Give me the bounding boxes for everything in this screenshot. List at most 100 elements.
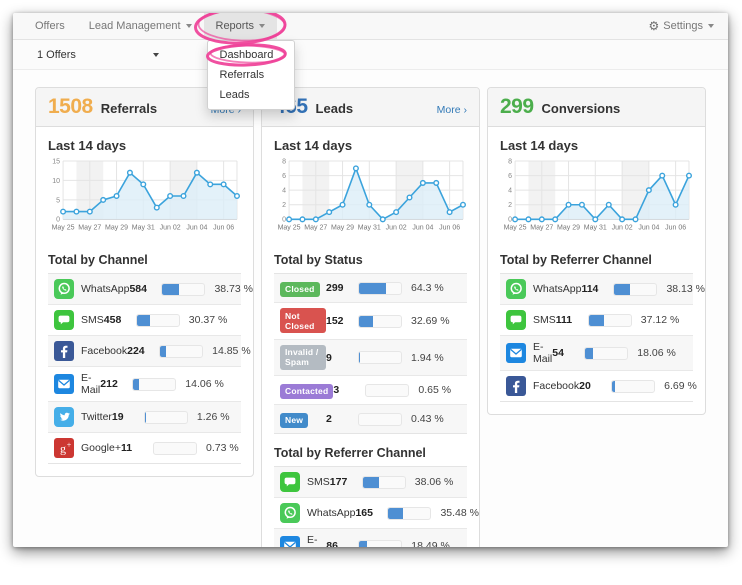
- panel-referrals: 1508ReferralsMore ›Last 14 days051015May…: [35, 87, 254, 477]
- row-count: 224: [127, 345, 159, 357]
- channel-row: SMS45830.37 %: [48, 305, 241, 336]
- panel-header: 299Conversions: [488, 88, 705, 127]
- menu-item-referrals[interactable]: Referrals: [208, 65, 294, 85]
- row-percent: 37.12 %: [641, 314, 691, 326]
- svg-text:0: 0: [56, 217, 60, 224]
- status-badge-wrap: Not Closed: [280, 308, 326, 334]
- progress-fill: [133, 379, 139, 390]
- nav-item-label: Offers: [35, 20, 65, 32]
- row-percent: 38.13 %: [666, 283, 706, 295]
- row-count: 11: [121, 442, 153, 454]
- dashboard-content: 1508ReferralsMore ›Last 14 days051015May…: [13, 70, 728, 547]
- channel-label: WhatsApp: [81, 283, 129, 295]
- svg-text:g: g: [60, 442, 66, 456]
- googleplus-icon: g+: [54, 438, 74, 458]
- row-count: 152: [326, 315, 358, 327]
- svg-text:May 31: May 31: [584, 224, 607, 231]
- row-count: 299: [326, 282, 358, 294]
- trend-chart-svg: 02468May 25May 27May 29May 31Jun 02Jun 0…: [274, 157, 467, 241]
- channel-row: WhatsApp16535.48 %: [274, 498, 467, 529]
- row-percent: 0.65 %: [418, 384, 468, 396]
- offers-select[interactable]: 1 Offers: [37, 49, 159, 61]
- row-percent: 30.37 %: [189, 314, 239, 326]
- progress-bar: [358, 351, 402, 364]
- svg-text:Jun 04: Jun 04: [186, 224, 207, 231]
- section-title: Total by Referrer Channel: [274, 446, 467, 460]
- settings-menu[interactable]: ⚙ Settings: [634, 13, 728, 39]
- row-count: 111: [556, 314, 588, 326]
- row-percent: 64.3 %: [411, 282, 461, 294]
- trend-chart: 02468May 25May 27May 29May 31Jun 02Jun 0…: [500, 157, 693, 241]
- email-icon: [280, 536, 300, 547]
- row-count: 9: [326, 352, 358, 364]
- status-row: Closed 299 64.3 %: [274, 274, 467, 303]
- svg-text:May 29: May 29: [331, 224, 354, 231]
- progress-fill: [585, 348, 593, 359]
- row-percent: 6.69 %: [664, 380, 706, 392]
- menu-item-label: Leads: [220, 89, 250, 101]
- status-badge-wrap: Contacted: [280, 381, 333, 399]
- svg-text:10: 10: [52, 178, 60, 185]
- svg-text:May 25: May 25: [504, 224, 527, 231]
- channel-row: E-Mail5418.06 %: [500, 336, 693, 371]
- progress-fill: [359, 541, 367, 547]
- stats-table: WhatsApp58438.73 %SMS45830.37 %Facebook2…: [48, 273, 241, 464]
- svg-text:Jun 02: Jun 02: [386, 224, 407, 231]
- nav-item-label: Reports: [216, 20, 255, 32]
- sms-icon: [506, 310, 526, 330]
- channel-row: WhatsApp58438.73 %: [48, 274, 241, 305]
- svg-text:May 27: May 27: [304, 224, 327, 231]
- channel-label: E-Mail: [307, 534, 326, 547]
- channel-label: WhatsApp: [307, 507, 355, 519]
- menu-item-leads[interactable]: Leads: [208, 85, 294, 105]
- stats-panels: 1508ReferralsMore ›Last 14 days051015May…: [35, 87, 706, 547]
- section-title: Total by Referrer Channel: [500, 253, 693, 267]
- svg-text:2: 2: [508, 202, 512, 209]
- channel-row: g+Google+110.73 %: [48, 433, 241, 463]
- svg-text:Jun 06: Jun 06: [439, 224, 460, 231]
- svg-text:May 31: May 31: [358, 224, 381, 231]
- panel-conversions: 299ConversionsLast 14 days02468May 25May…: [487, 87, 706, 415]
- status-row: New20.43 %: [274, 405, 467, 433]
- svg-text:8: 8: [282, 158, 286, 165]
- sms-icon: [54, 310, 74, 330]
- row-count: 584: [129, 283, 161, 295]
- channel-row: Facebook22414.85 %: [48, 336, 241, 367]
- panel-header: 465LeadsMore ›: [262, 88, 479, 127]
- channel-row: E-Mail8618.49 %: [274, 529, 467, 547]
- progress-bar: [588, 314, 632, 327]
- progress-bar: [358, 413, 402, 426]
- more-link[interactable]: More ›: [437, 104, 467, 116]
- twitter-icon: [54, 407, 74, 427]
- facebook-icon: [54, 341, 74, 361]
- screenshot-frame: OffersLead ManagementReports ⚙ Settings …: [0, 0, 742, 585]
- progress-bar: [358, 315, 402, 328]
- menu-item-dashboard[interactable]: Dashboard: [208, 45, 294, 65]
- panel-leads: 465LeadsMore ›Last 14 days02468May 25May…: [261, 87, 480, 547]
- nav-item-lead-management[interactable]: Lead Management: [77, 13, 204, 39]
- svg-text:Jun 04: Jun 04: [412, 224, 433, 231]
- progress-bar: [358, 282, 402, 295]
- progress-bar: [153, 442, 197, 455]
- channel-label: Facebook: [81, 345, 127, 357]
- status-badge: Closed: [280, 282, 320, 297]
- svg-text:0: 0: [282, 217, 286, 224]
- chart-heading: Last 14 days: [48, 138, 241, 153]
- status-badge-wrap: Closed: [280, 279, 326, 297]
- chevron-down-icon: [153, 53, 159, 57]
- svg-text:May 25: May 25: [278, 224, 301, 231]
- nav-item-reports[interactable]: Reports: [204, 13, 278, 39]
- panel-body: Last 14 days02468May 25May 27May 29May 3…: [488, 127, 705, 414]
- nav-item-offers[interactable]: Offers: [23, 13, 77, 39]
- channel-row: Facebook206.69 %: [500, 371, 693, 401]
- channel-label: E-Mail: [533, 341, 552, 365]
- channel-label: E-Mail: [81, 372, 100, 396]
- svg-text:May 27: May 27: [78, 224, 101, 231]
- row-percent: 18.06 %: [637, 347, 687, 359]
- row-percent: 35.48 %: [440, 507, 480, 519]
- row-percent: 0.43 %: [411, 413, 461, 425]
- status-badge: Not Closed: [280, 308, 326, 333]
- trend-chart: 051015May 25May 27May 29May 31Jun 02Jun …: [48, 157, 241, 241]
- status-row: Contacted30.65 %: [274, 376, 467, 405]
- status-badge: Contacted: [280, 384, 333, 399]
